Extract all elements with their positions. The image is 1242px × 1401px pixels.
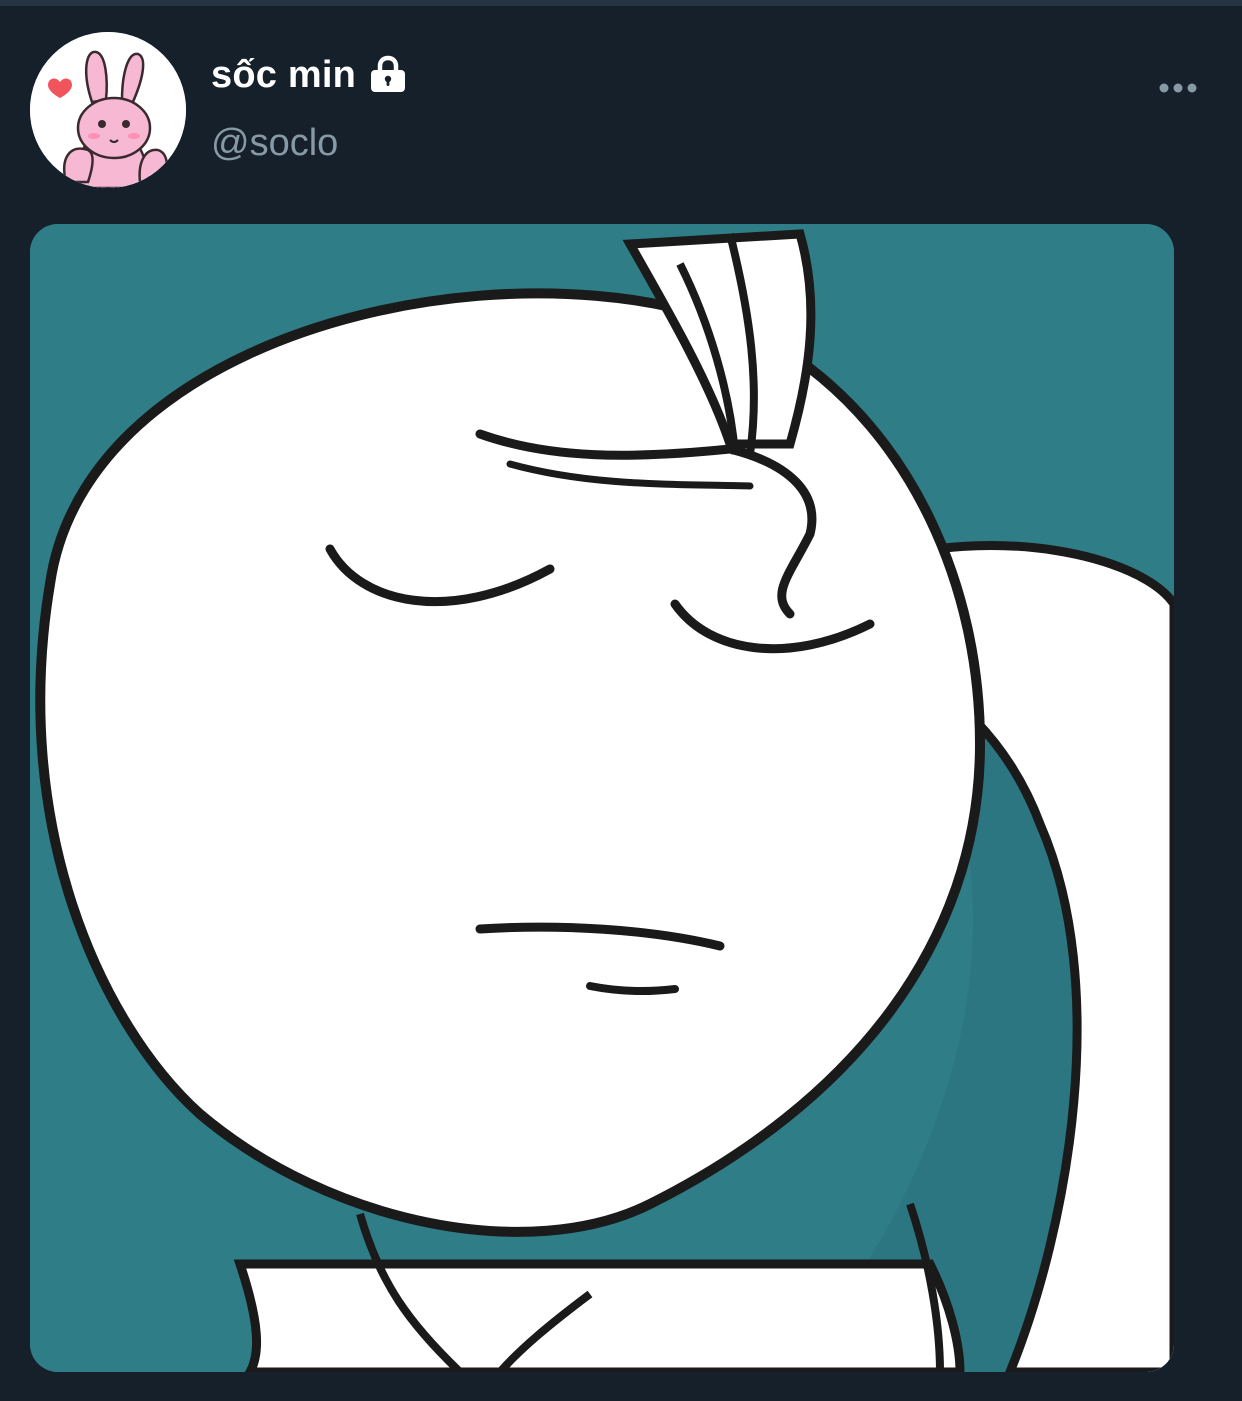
lock-icon	[371, 55, 405, 92]
more-options-icon	[1159, 83, 1197, 93]
author-display-name[interactable]: sốc min	[211, 52, 356, 98]
author-name-row: sốc min	[211, 52, 408, 98]
author-handle[interactable]: @soclo	[211, 120, 338, 166]
author-avatar[interactable]	[30, 32, 186, 188]
tweet-media-image[interactable]	[30, 224, 1174, 1372]
facepalm-cartoon-image-icon	[30, 224, 1174, 1372]
tweet-card: sốc min @soclo	[0, 0, 1242, 1401]
more-options-button[interactable]	[1150, 68, 1206, 108]
pink-bunny-avatar-icon	[30, 32, 186, 188]
